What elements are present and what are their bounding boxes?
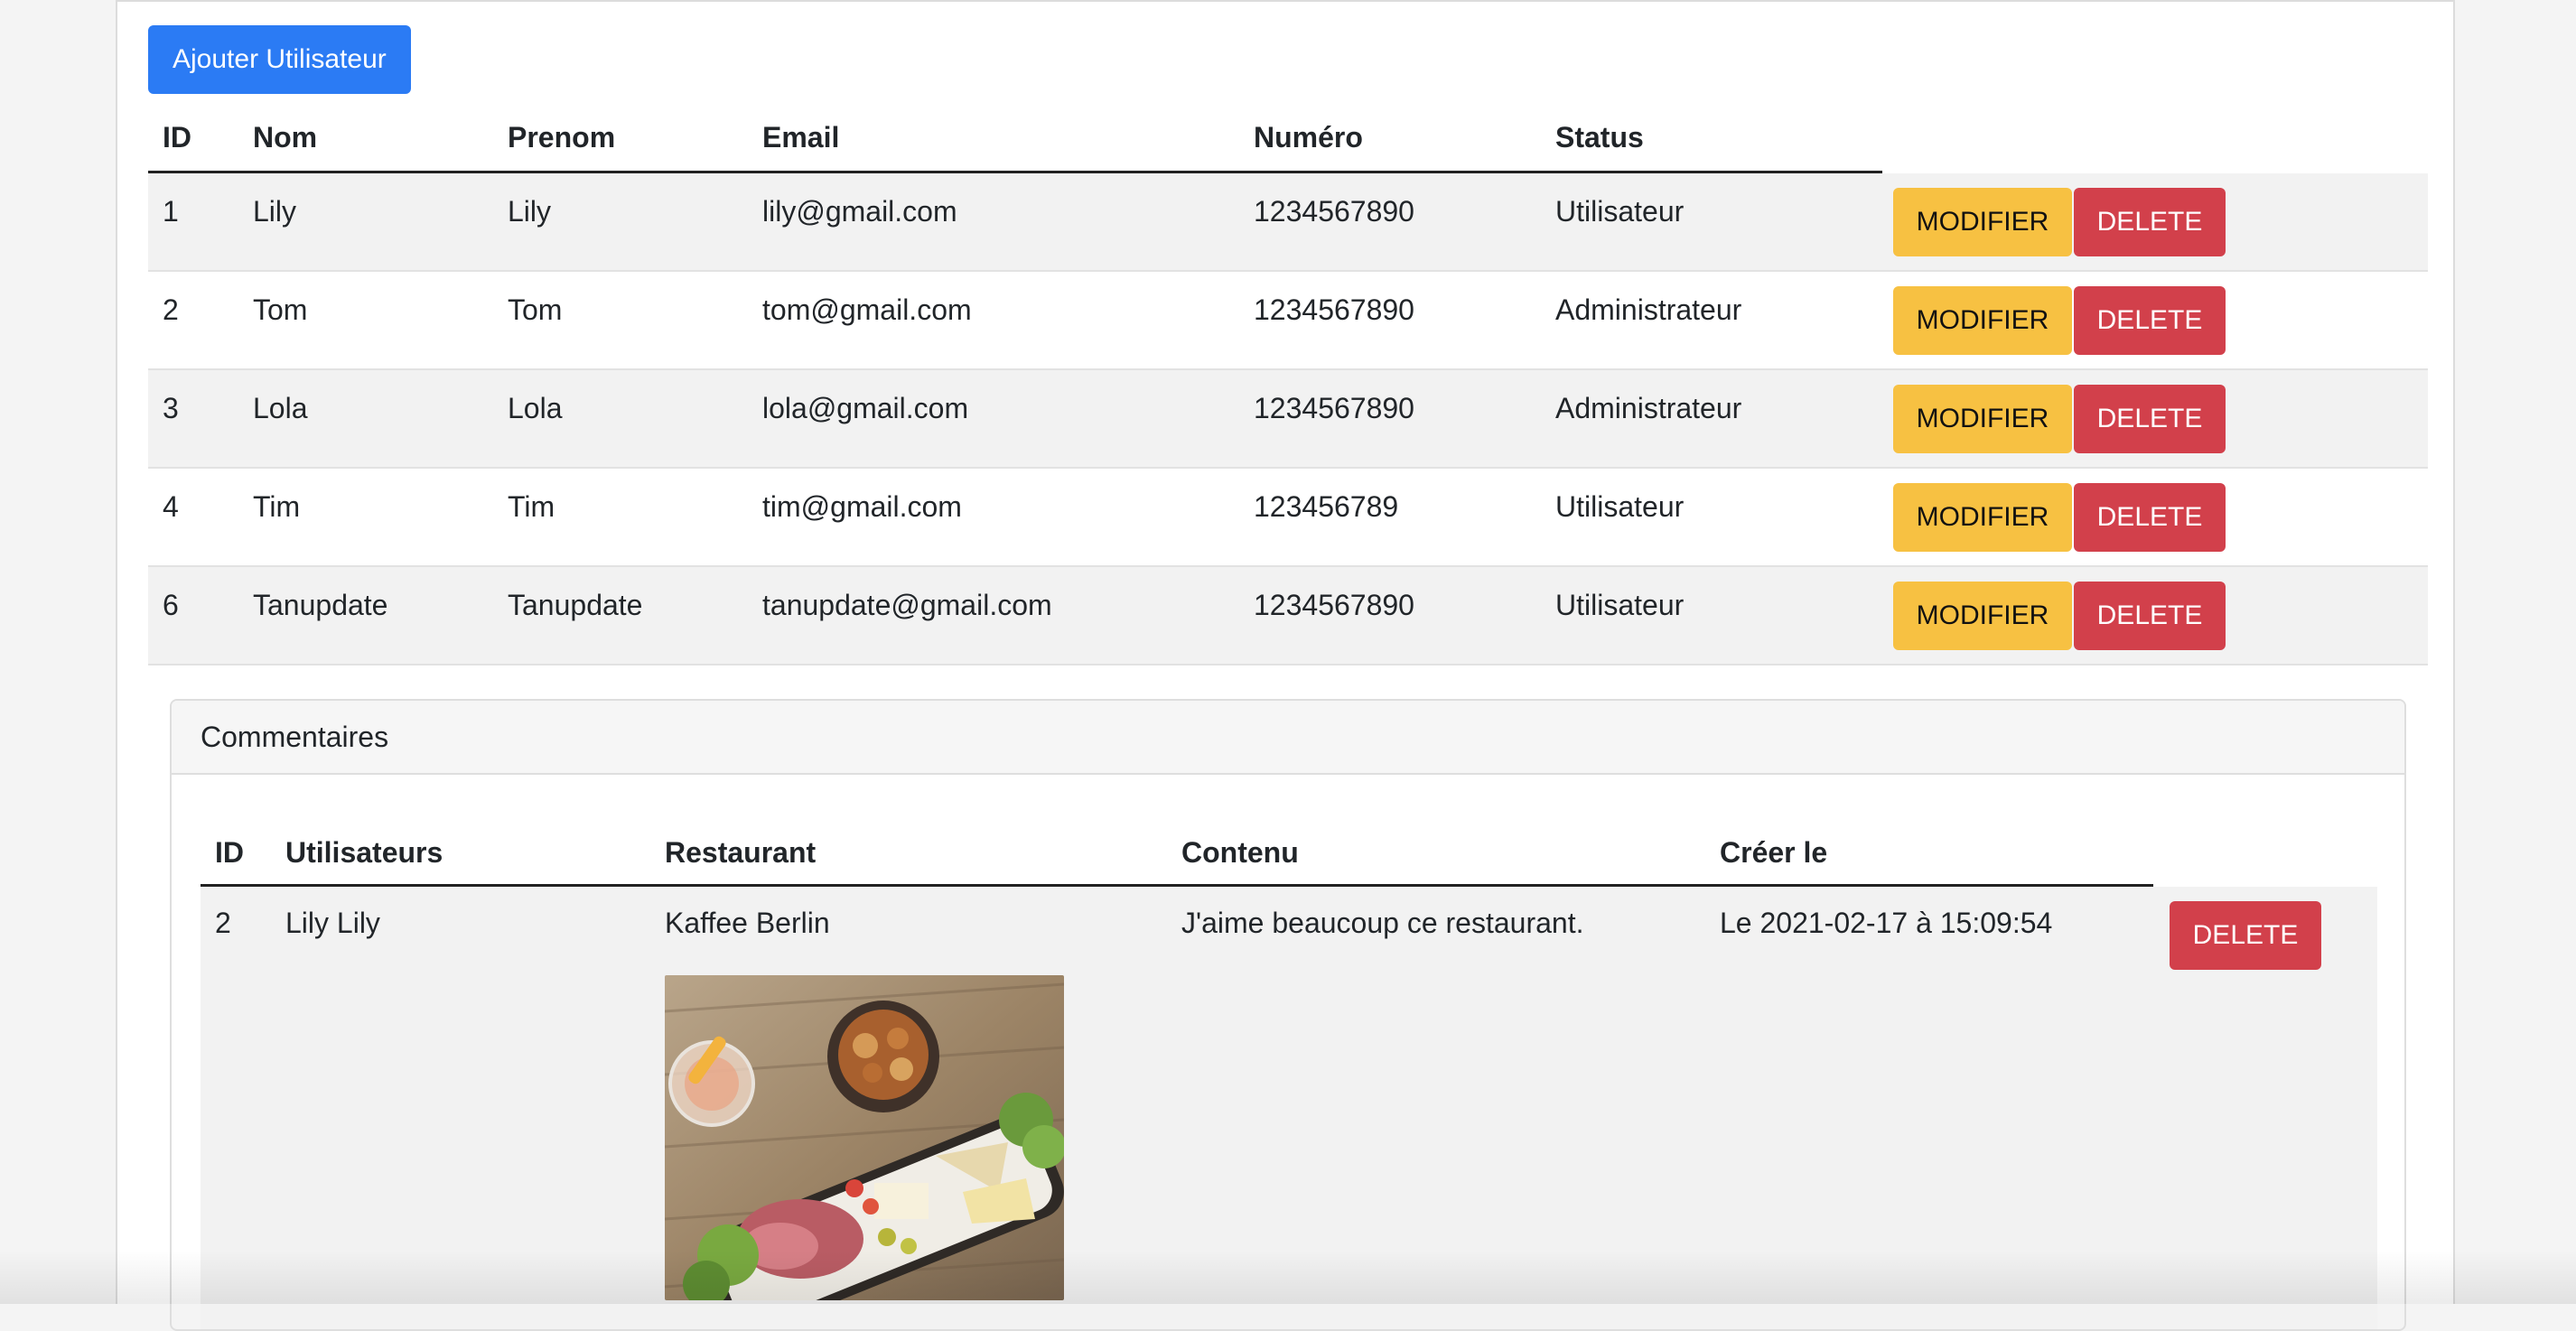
- user-prenom: Lily: [508, 195, 552, 228]
- header-restaurant: Restaurant: [665, 836, 817, 869]
- table-row: 4 Tim Tim tim@gmail.com 123456789 Utilis…: [148, 469, 2428, 567]
- delete-button[interactable]: DELETE: [2074, 582, 2226, 650]
- comment-restaurant: Kaffee Berlin: [665, 907, 830, 939]
- comment-content: J'aime beaucoup ce restaurant.: [1181, 907, 1584, 939]
- user-numero: 1234567890: [1254, 293, 1414, 326]
- comments-card-title: Commentaires: [201, 721, 389, 753]
- comment-date: Le 2021-02-17 à 15:09:54: [1720, 907, 2053, 939]
- header-email: Email: [762, 121, 840, 154]
- add-user-button[interactable]: Ajouter Utilisateur: [148, 25, 411, 94]
- restaurant-photo: [665, 975, 1064, 1300]
- modify-button[interactable]: MODIFIER: [1893, 483, 2072, 552]
- header-nom: Nom: [253, 121, 318, 154]
- user-id: 3: [163, 392, 179, 424]
- user-status: Utilisateur: [1555, 490, 1685, 523]
- user-id: 1: [163, 195, 179, 228]
- user-email: tom@gmail.com: [762, 293, 972, 326]
- comment-id: 2: [215, 907, 231, 939]
- user-nom: Tim: [253, 490, 301, 523]
- table-row: 1 Lily Lily lily@gmail.com 1234567890 Ut…: [148, 173, 2428, 272]
- table-row: 2 Tom Tom tom@gmail.com 1234567890 Admin…: [148, 272, 2428, 370]
- user-prenom: Tom: [508, 293, 563, 326]
- user-numero: 1234567890: [1254, 195, 1414, 228]
- delete-comment-button[interactable]: DELETE: [2170, 901, 2321, 970]
- modify-button[interactable]: MODIFIER: [1893, 385, 2072, 453]
- delete-button[interactable]: DELETE: [2074, 188, 2226, 256]
- user-numero: 1234567890: [1254, 392, 1414, 424]
- user-nom: Tanupdate: [253, 589, 388, 621]
- user-nom: Tom: [253, 293, 308, 326]
- user-status: Utilisateur: [1555, 589, 1685, 621]
- header-id: ID: [215, 836, 244, 869]
- comments-card-header: Commentaires: [172, 701, 2404, 775]
- users-table-header: ID Nom Prenom Email Numéro Status: [148, 108, 2428, 173]
- table-row: 2 Lily Lily Kaffee Berlin J'aime beaucou…: [201, 887, 2377, 1329]
- table-row: 3 Lola Lola lola@gmail.com 1234567890 Ad…: [148, 370, 2428, 469]
- modify-button[interactable]: MODIFIER: [1893, 188, 2072, 256]
- user-prenom: Tanupdate: [508, 589, 643, 621]
- header-prenom: Prenom: [508, 121, 616, 154]
- user-prenom: Lola: [508, 392, 563, 424]
- user-email: tanupdate@gmail.com: [762, 589, 1052, 621]
- user-status: Administrateur: [1555, 392, 1742, 424]
- comments-table: ID Utilisateurs Restaurant Contenu Créer…: [201, 807, 2377, 1329]
- comments-table-header: ID Utilisateurs Restaurant Contenu Créer…: [201, 807, 2377, 887]
- user-status: Administrateur: [1555, 293, 1742, 326]
- user-prenom: Tim: [508, 490, 555, 523]
- header-utilisateurs: Utilisateurs: [285, 836, 443, 869]
- user-numero: 1234567890: [1254, 589, 1414, 621]
- comment-user: Lily Lily: [285, 907, 380, 939]
- delete-button[interactable]: DELETE: [2074, 286, 2226, 355]
- user-status: Utilisateur: [1555, 195, 1685, 228]
- user-nom: Lola: [253, 392, 308, 424]
- user-nom: Lily: [253, 195, 297, 228]
- header-numero: Numéro: [1254, 121, 1363, 154]
- user-email: tim@gmail.com: [762, 490, 962, 523]
- user-email: lily@gmail.com: [762, 195, 957, 228]
- comments-card: Commentaires ID Utilisateurs Restaurant …: [170, 699, 2406, 1331]
- users-table: ID Nom Prenom Email Numéro Status 1 Lily…: [148, 108, 2428, 666]
- user-id: 4: [163, 490, 179, 523]
- header-id: ID: [163, 121, 191, 154]
- delete-button[interactable]: DELETE: [2074, 385, 2226, 453]
- table-row: 6 Tanupdate Tanupdate tanupdate@gmail.co…: [148, 567, 2428, 666]
- user-email: lola@gmail.com: [762, 392, 969, 424]
- modify-button[interactable]: MODIFIER: [1893, 582, 2072, 650]
- user-id: 6: [163, 589, 179, 621]
- user-id: 2: [163, 293, 179, 326]
- header-cree-le: Créer le: [1720, 836, 1828, 869]
- header-contenu: Contenu: [1181, 836, 1299, 869]
- modify-button[interactable]: MODIFIER: [1893, 286, 2072, 355]
- page-container: Ajouter Utilisateur ID Nom Prenom Email …: [116, 0, 2455, 1331]
- user-numero: 123456789: [1254, 490, 1399, 523]
- delete-button[interactable]: DELETE: [2074, 483, 2226, 552]
- header-status: Status: [1555, 121, 1644, 154]
